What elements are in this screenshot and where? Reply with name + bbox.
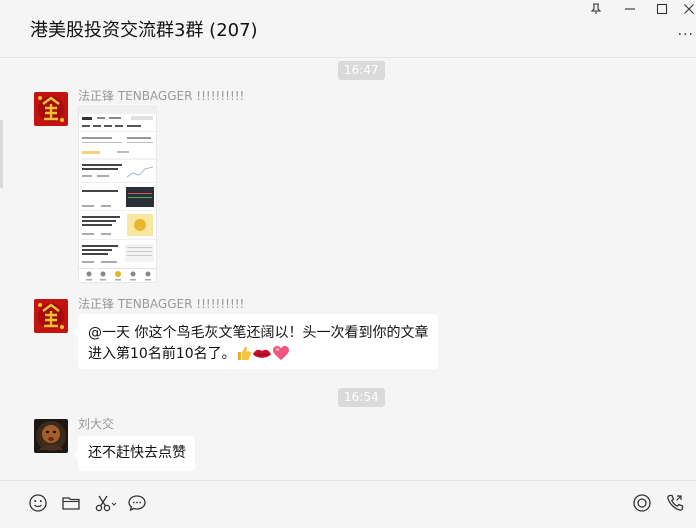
avatar[interactable] [34,92,68,126]
avatar[interactable] [34,419,68,453]
timestamp: 16:47 [338,61,385,80]
chat-header: 港美股投资交流群3群 (207) ... [0,0,696,58]
dark-portrait-avatar-icon [34,419,68,453]
input-toolbar [0,480,696,528]
shared-image[interactable] [78,106,157,283]
message-text: 还不赶快去点赞 [88,445,186,461]
minimize-icon[interactable] [616,0,644,18]
video-call-icon[interactable] [664,492,686,514]
gold-character-avatar-icon [34,299,68,333]
chat-bubble-icon[interactable] [126,492,148,514]
message-text: @一天 你这个鸟毛灰文笔还阔以！头一次看到你的文章 [88,325,429,341]
sender-name: 法正锋 TENBAGGER !!!!!!!!!! [78,297,245,311]
message-bubble[interactable]: 还不赶快去点赞 [73,436,195,471]
chat-title: 港美股投资交流群3群 (207) [30,20,258,41]
timestamp: 16:54 [338,388,385,407]
sender-name: 法正锋 TENBAGGER !!!!!!!!!! [78,89,245,103]
message-text-line2: 进入第10名前10名了。 [88,344,428,368]
pin-icon[interactable] [582,0,610,18]
folder-icon[interactable] [60,492,82,514]
lips-emoji-icon [252,347,272,368]
scrollbar[interactable] [0,120,3,188]
emoji-icon[interactable] [27,492,49,514]
thumbs-up-emoji-icon [236,345,252,368]
heart-emoji-icon [272,345,290,368]
avatar[interactable] [34,299,68,333]
message-bubble[interactable]: @一天 你这个鸟毛灰文笔还阔以！头一次看到你的文章 进入第10名前10名了。 [73,314,438,369]
sender-name: 刘大交 [78,417,115,431]
gold-character-avatar-icon [34,92,68,126]
message-text: 进入第10名前10名了。 [88,346,236,362]
more-options-button[interactable]: ... [678,24,694,38]
scissors-icon[interactable] [93,492,119,514]
close-icon[interactable] [675,0,696,18]
voice-icon[interactable] [631,492,653,514]
maximize-icon[interactable] [648,0,676,18]
